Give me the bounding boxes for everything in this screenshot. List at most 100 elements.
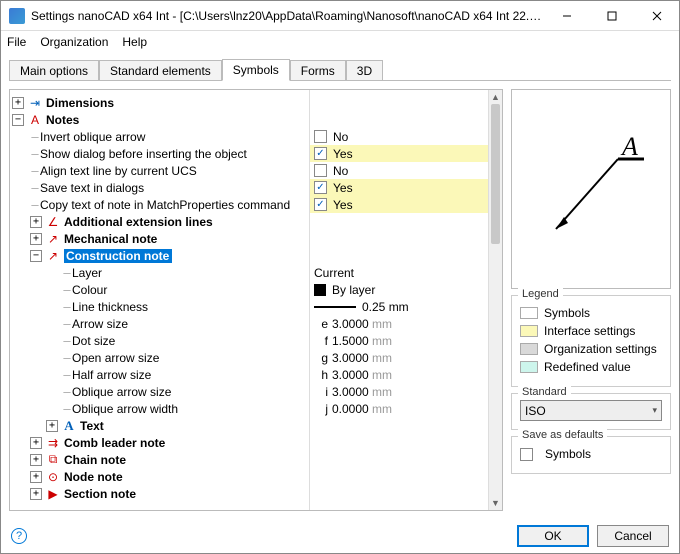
standard-group: Standard ISO ▾	[511, 393, 671, 430]
legend-swatch-icon	[520, 361, 538, 373]
tree-label: Mechanical note	[64, 232, 157, 246]
expander-plus-icon[interactable]: +	[30, 233, 42, 245]
minimize-button[interactable]	[544, 1, 589, 30]
tree-item-section-note[interactable]: + ▶ Section note	[10, 485, 309, 502]
expander-minus-icon[interactable]: −	[30, 250, 42, 262]
checkbox-checked-icon[interactable]: ✓	[314, 147, 327, 160]
tab-standard-elements[interactable]: Standard elements	[99, 60, 222, 81]
expander-plus-icon[interactable]: +	[46, 420, 58, 432]
tree-item-oblique-arrow-size[interactable]: – Oblique arrow size	[10, 383, 309, 400]
ok-button[interactable]: OK	[517, 525, 589, 547]
value-text: No	[333, 164, 348, 178]
help-icon[interactable]: ?	[11, 528, 27, 544]
expander-minus-icon[interactable]: −	[12, 114, 24, 126]
close-button[interactable]	[634, 1, 679, 30]
value-show-dialog[interactable]: ✓ Yes	[310, 145, 502, 162]
tree-item-dimensions[interactable]: + ⇥ Dimensions	[10, 94, 309, 111]
tab-main-options[interactable]: Main options	[9, 60, 99, 81]
value-invert-oblique[interactable]: No	[310, 128, 502, 145]
legend-label: Redefined value	[544, 360, 631, 374]
save-defaults-symbols-row[interactable]: Symbols	[520, 447, 662, 461]
value-oblique-arrow-width[interactable]: j 0.0000 mm	[310, 400, 502, 417]
scroll-down-icon[interactable]: ▼	[489, 496, 502, 510]
tree-item-dot-size[interactable]: – Dot size	[10, 332, 309, 349]
expander-plus-icon[interactable]: +	[30, 454, 42, 466]
value-half-arrow-size[interactable]: h 3.0000 mm	[310, 366, 502, 383]
value-copy-text[interactable]: ✓ Yes	[310, 196, 502, 213]
tree-item-open-arrow-size[interactable]: – Open arrow size	[10, 349, 309, 366]
tree-item-line-thickness[interactable]: – Line thickness	[10, 298, 309, 315]
checkbox-icon[interactable]	[520, 448, 533, 461]
tree-item-notes[interactable]: − A Notes	[10, 111, 309, 128]
svg-text:A: A	[620, 132, 638, 161]
tree-item-show-dialog[interactable]: – Show dialog before inserting the objec…	[10, 145, 309, 162]
value-text: 1.5000	[332, 334, 369, 348]
tree-column[interactable]: + ⇥ Dimensions − A Notes – Invert obliqu…	[10, 90, 310, 510]
tree-item-layer[interactable]: – Layer	[10, 264, 309, 281]
tree-branch-icon: –	[62, 402, 72, 416]
tree-item-comb-leader[interactable]: + ⇉ Comb leader note	[10, 434, 309, 451]
value-align-text[interactable]: No	[310, 162, 502, 179]
tree-item-align-text[interactable]: – Align text line by current UCS	[10, 162, 309, 179]
value-colour[interactable]: By layer	[310, 281, 502, 298]
tab-forms[interactable]: Forms	[290, 60, 346, 81]
window-buttons	[544, 1, 679, 30]
tabstrip: Main options Standard elements Symbols F…	[9, 59, 671, 81]
tab-symbols[interactable]: Symbols	[222, 59, 290, 81]
footer: ? OK Cancel	[1, 519, 679, 553]
tab-3d[interactable]: 3D	[346, 60, 383, 81]
vertical-scrollbar[interactable]: ▲ ▼	[488, 90, 502, 510]
cancel-button[interactable]: Cancel	[597, 525, 669, 547]
value-arrow-size[interactable]: e 3.0000 mm	[310, 315, 502, 332]
unit-label: mm	[372, 334, 392, 348]
menu-file[interactable]: File	[7, 35, 26, 49]
value-text: 3.0000	[332, 351, 369, 365]
standard-dropdown[interactable]: ISO ▾	[520, 400, 662, 421]
value-layer[interactable]: Current	[310, 264, 502, 281]
tree-item-copy-text[interactable]: – Copy text of note in MatchProperties c…	[10, 196, 309, 213]
expander-plus-icon[interactable]: +	[30, 471, 42, 483]
menu-help[interactable]: Help	[122, 35, 147, 49]
tree-item-arrow-size[interactable]: – Arrow size	[10, 315, 309, 332]
tree-item-mechanical-note[interactable]: + ↗ Mechanical note	[10, 230, 309, 247]
tree-item-save-text[interactable]: – Save text in dialogs	[10, 179, 309, 196]
tree-item-oblique-arrow-width[interactable]: – Oblique arrow width	[10, 400, 309, 417]
tree-item-text[interactable]: + A Text	[10, 417, 309, 434]
prefix-letter: i	[314, 385, 328, 399]
checkbox-icon[interactable]	[314, 164, 327, 177]
tree-item-half-arrow-size[interactable]: – Half arrow size	[10, 366, 309, 383]
tree-item-colour[interactable]: – Colour	[10, 281, 309, 298]
scroll-up-icon[interactable]: ▲	[489, 90, 502, 104]
expander-plus-icon[interactable]: +	[12, 97, 24, 109]
value-save-text[interactable]: ✓ Yes	[310, 179, 502, 196]
preview-icon: A	[536, 129, 646, 249]
prefix-letter: g	[314, 351, 328, 365]
value-cell	[310, 485, 502, 502]
expander-plus-icon[interactable]: +	[30, 437, 42, 449]
tree-item-invert-oblique[interactable]: – Invert oblique arrow	[10, 128, 309, 145]
content-area: + ⇥ Dimensions − A Notes – Invert obliqu…	[1, 81, 679, 519]
checkbox-icon[interactable]	[314, 130, 327, 143]
menu-organization[interactable]: Organization	[40, 35, 108, 49]
value-text: No	[333, 130, 348, 144]
tree-label: Line thickness	[72, 300, 148, 314]
value-dot-size[interactable]: f 1.5000 mm	[310, 332, 502, 349]
titlebar: Settings nanoCAD x64 Int - [C:\Users\lnz…	[1, 1, 679, 31]
expander-plus-icon[interactable]: +	[30, 488, 42, 500]
tree-label: Comb leader note	[64, 436, 165, 450]
tree-item-chain-note[interactable]: + ⧉ Chain note	[10, 451, 309, 468]
value-oblique-arrow-size[interactable]: i 3.0000 mm	[310, 383, 502, 400]
tree-branch-icon: –	[30, 164, 40, 178]
preview-panel: A	[511, 89, 671, 289]
scroll-thumb[interactable]	[491, 104, 500, 244]
expander-plus-icon[interactable]: +	[30, 216, 42, 228]
tree-item-additional-ext-lines[interactable]: + ∠ Additional extension lines	[10, 213, 309, 230]
maximize-button[interactable]	[589, 1, 634, 30]
checkbox-checked-icon[interactable]: ✓	[314, 181, 327, 194]
tree-item-construction-note[interactable]: − ↗ Construction note	[10, 247, 309, 264]
tree-item-node-note[interactable]: + ⊙ Node note	[10, 468, 309, 485]
checkbox-checked-icon[interactable]: ✓	[314, 198, 327, 211]
value-line-thickness[interactable]: 0.25 mm	[310, 298, 502, 315]
value-open-arrow-size[interactable]: g 3.0000 mm	[310, 349, 502, 366]
text-icon: A	[62, 419, 76, 433]
